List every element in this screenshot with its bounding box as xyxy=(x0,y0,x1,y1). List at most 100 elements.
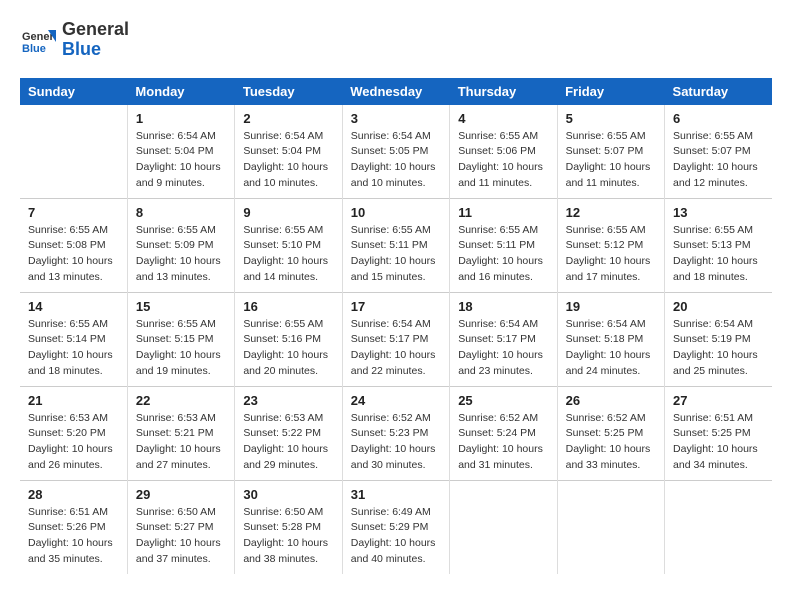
day-number: 25 xyxy=(458,393,548,408)
sunset-label: Sunset: xyxy=(243,333,282,345)
sunset-label: Sunset: xyxy=(136,145,175,157)
weekday-header-thursday: Thursday xyxy=(450,78,557,105)
sunset-value: 5:16 PM xyxy=(282,333,321,345)
sunset-value: 5:09 PM xyxy=(174,239,213,251)
day-info: Sunrise: 6:54 AM Sunset: 5:04 PM Dayligh… xyxy=(136,129,226,192)
calendar-cell: 15 Sunrise: 6:55 AM Sunset: 5:15 PM Dayl… xyxy=(127,292,234,386)
sunrise-label: Sunrise: xyxy=(136,318,177,330)
sunset-value: 5:17 PM xyxy=(389,333,428,345)
sunset-label: Sunset: xyxy=(458,427,497,439)
sunrise-value: 6:55 AM xyxy=(500,130,539,142)
day-info: Sunrise: 6:55 AM Sunset: 5:15 PM Dayligh… xyxy=(136,317,226,380)
daylight-label: Daylight: xyxy=(243,255,287,267)
sunset-value: 5:24 PM xyxy=(497,427,536,439)
day-number: 26 xyxy=(566,393,656,408)
sunset-label: Sunset: xyxy=(28,239,67,251)
sunrise-label: Sunrise: xyxy=(566,224,607,236)
day-number: 30 xyxy=(243,487,333,502)
day-info: Sunrise: 6:54 AM Sunset: 5:04 PM Dayligh… xyxy=(243,129,333,192)
sunrise-value: 6:54 AM xyxy=(285,130,324,142)
day-number: 8 xyxy=(136,205,226,220)
day-info: Sunrise: 6:55 AM Sunset: 5:11 PM Dayligh… xyxy=(458,223,548,286)
calendar-cell: 19 Sunrise: 6:54 AM Sunset: 5:18 PM Dayl… xyxy=(557,292,664,386)
daylight-label: Daylight: xyxy=(28,537,72,549)
day-number: 31 xyxy=(351,487,441,502)
logo-line2: Blue xyxy=(62,40,129,60)
sunrise-value: 6:53 AM xyxy=(69,412,108,424)
sunset-label: Sunset: xyxy=(673,333,712,345)
calendar-cell: 5 Sunrise: 6:55 AM Sunset: 5:07 PM Dayli… xyxy=(557,105,664,199)
day-info: Sunrise: 6:51 AM Sunset: 5:26 PM Dayligh… xyxy=(28,505,119,568)
day-number: 13 xyxy=(673,205,764,220)
sunset-value: 5:06 PM xyxy=(497,145,536,157)
daylight-label: Daylight: xyxy=(351,255,395,267)
calendar-cell: 7 Sunrise: 6:55 AM Sunset: 5:08 PM Dayli… xyxy=(20,198,127,292)
sunset-value: 5:11 PM xyxy=(389,239,427,251)
sunrise-value: 6:50 AM xyxy=(285,506,324,518)
calendar-cell: 26 Sunrise: 6:52 AM Sunset: 5:25 PM Dayl… xyxy=(557,386,664,480)
daylight-label: Daylight: xyxy=(458,255,502,267)
sunset-label: Sunset: xyxy=(243,521,282,533)
day-info: Sunrise: 6:49 AM Sunset: 5:29 PM Dayligh… xyxy=(351,505,441,568)
daylight-label: Daylight: xyxy=(136,443,180,455)
sunrise-value: 6:53 AM xyxy=(285,412,324,424)
daylight-label: Daylight: xyxy=(243,443,287,455)
day-number: 12 xyxy=(566,205,656,220)
sunrise-label: Sunrise: xyxy=(28,224,69,236)
daylight-label: Daylight: xyxy=(351,161,395,173)
daylight-label: Daylight: xyxy=(566,255,610,267)
sunrise-value: 6:55 AM xyxy=(714,130,753,142)
day-info: Sunrise: 6:52 AM Sunset: 5:25 PM Dayligh… xyxy=(566,411,656,474)
day-number: 11 xyxy=(458,205,548,220)
calendar-cell: 25 Sunrise: 6:52 AM Sunset: 5:24 PM Dayl… xyxy=(450,386,557,480)
calendar-cell: 4 Sunrise: 6:55 AM Sunset: 5:06 PM Dayli… xyxy=(450,105,557,199)
sunset-value: 5:07 PM xyxy=(712,145,751,157)
calendar-cell: 12 Sunrise: 6:55 AM Sunset: 5:12 PM Dayl… xyxy=(557,198,664,292)
sunset-label: Sunset: xyxy=(351,427,390,439)
sunrise-label: Sunrise: xyxy=(351,412,392,424)
calendar-cell: 1 Sunrise: 6:54 AM Sunset: 5:04 PM Dayli… xyxy=(127,105,234,199)
day-number: 22 xyxy=(136,393,226,408)
day-info: Sunrise: 6:55 AM Sunset: 5:16 PM Dayligh… xyxy=(243,317,333,380)
daylight-label: Daylight: xyxy=(136,255,180,267)
sunrise-label: Sunrise: xyxy=(673,412,714,424)
sunrise-label: Sunrise: xyxy=(243,506,284,518)
sunrise-value: 6:52 AM xyxy=(500,412,539,424)
sunrise-label: Sunrise: xyxy=(28,318,69,330)
sunset-label: Sunset: xyxy=(566,333,605,345)
daylight-label: Daylight: xyxy=(28,349,72,361)
day-info: Sunrise: 6:55 AM Sunset: 5:10 PM Dayligh… xyxy=(243,223,333,286)
sunset-label: Sunset: xyxy=(28,521,67,533)
day-number: 3 xyxy=(351,111,441,126)
sunrise-label: Sunrise: xyxy=(28,412,69,424)
sunset-label: Sunset: xyxy=(458,145,497,157)
calendar-table: SundayMondayTuesdayWednesdayThursdayFrid… xyxy=(20,78,772,574)
daylight-label: Daylight: xyxy=(243,537,287,549)
calendar-cell: 24 Sunrise: 6:52 AM Sunset: 5:23 PM Dayl… xyxy=(342,386,449,480)
sunrise-label: Sunrise: xyxy=(566,130,607,142)
sunset-label: Sunset: xyxy=(243,427,282,439)
sunset-value: 5:18 PM xyxy=(604,333,643,345)
day-number: 5 xyxy=(566,111,656,126)
sunset-value: 5:19 PM xyxy=(712,333,751,345)
weekday-header-sunday: Sunday xyxy=(20,78,127,105)
sunset-label: Sunset: xyxy=(243,145,282,157)
calendar-cell: 3 Sunrise: 6:54 AM Sunset: 5:05 PM Dayli… xyxy=(342,105,449,199)
sunrise-label: Sunrise: xyxy=(136,224,177,236)
daylight-label: Daylight: xyxy=(243,161,287,173)
daylight-label: Daylight: xyxy=(673,161,717,173)
weekday-header-friday: Friday xyxy=(557,78,664,105)
calendar-cell: 2 Sunrise: 6:54 AM Sunset: 5:04 PM Dayli… xyxy=(235,105,342,199)
sunset-label: Sunset: xyxy=(566,145,605,157)
sunset-value: 5:27 PM xyxy=(174,521,213,533)
sunset-label: Sunset: xyxy=(351,521,390,533)
daylight-label: Daylight: xyxy=(673,443,717,455)
daylight-label: Daylight: xyxy=(458,161,502,173)
weekday-header-wednesday: Wednesday xyxy=(342,78,449,105)
sunset-label: Sunset: xyxy=(458,333,497,345)
sunset-value: 5:11 PM xyxy=(497,239,535,251)
sunset-value: 5:13 PM xyxy=(712,239,751,251)
daylight-label: Daylight: xyxy=(243,349,287,361)
day-info: Sunrise: 6:50 AM Sunset: 5:27 PM Dayligh… xyxy=(136,505,226,568)
sunrise-label: Sunrise: xyxy=(458,318,499,330)
